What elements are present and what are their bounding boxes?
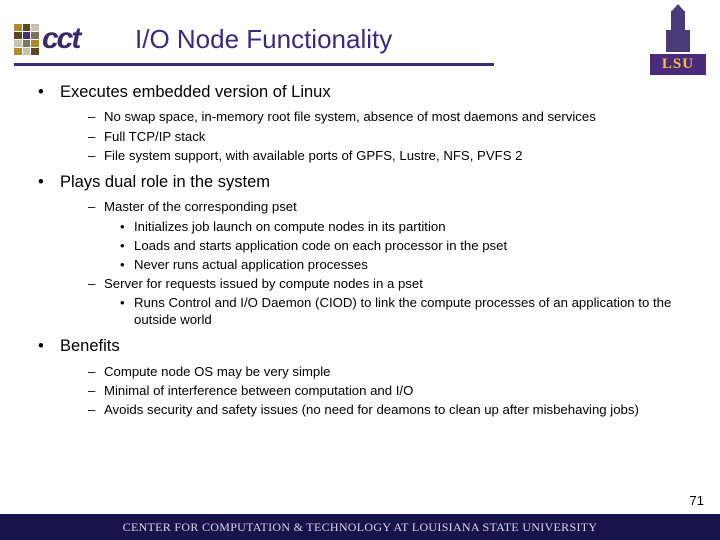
slide-title: I/O Node Functionality <box>135 24 392 55</box>
footer-bar: CENTER FOR COMPUTATION & TECHNOLOGY AT L… <box>0 514 720 540</box>
title-underline <box>14 63 494 66</box>
tower-icon <box>663 4 693 52</box>
dash-bullet: Minimal of interference between computat… <box>30 382 690 399</box>
dash-bullet: File system support, with available port… <box>30 147 690 164</box>
cct-logo: cct <box>14 22 114 56</box>
dash-bullet: Compute node OS may be very simple <box>30 363 690 380</box>
slide-body: Executes embedded version of Linux No swa… <box>30 80 690 420</box>
dot-bullet: Runs Control and I/O Daemon (CIOD) to li… <box>30 294 690 328</box>
cct-grid-icon <box>14 24 40 56</box>
lsu-label: LSU <box>650 54 706 75</box>
slide-header: cct I/O Node Functionality LSU <box>0 0 720 68</box>
dash-bullet: No swap space, in-memory root file syste… <box>30 108 690 125</box>
page-number: 71 <box>690 493 704 508</box>
dot-bullet: Initializes job launch on compute nodes … <box>30 218 690 235</box>
section-head: Plays dual role in the system <box>30 172 690 193</box>
dot-bullet: Never runs actual application processes <box>30 256 690 273</box>
lsu-logo: LSU <box>650 4 706 75</box>
dash-bullet: Server for requests issued by compute no… <box>30 275 690 292</box>
dash-bullet: Master of the corresponding pset <box>30 198 690 215</box>
dash-bullet: Full TCP/IP stack <box>30 128 690 145</box>
section-head: Executes embedded version of Linux <box>30 82 690 103</box>
dot-bullet: Loads and starts application code on eac… <box>30 237 690 254</box>
section-head: Benefits <box>30 336 690 357</box>
dash-bullet: Avoids security and safety issues (no ne… <box>30 401 690 418</box>
cct-logo-text: cct <box>42 22 79 56</box>
